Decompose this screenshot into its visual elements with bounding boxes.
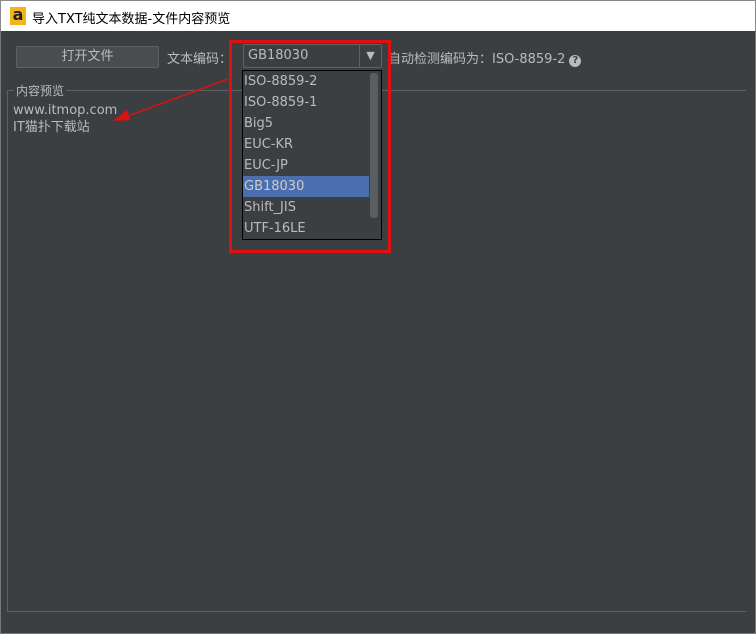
annotation-arrow-icon <box>113 78 229 121</box>
